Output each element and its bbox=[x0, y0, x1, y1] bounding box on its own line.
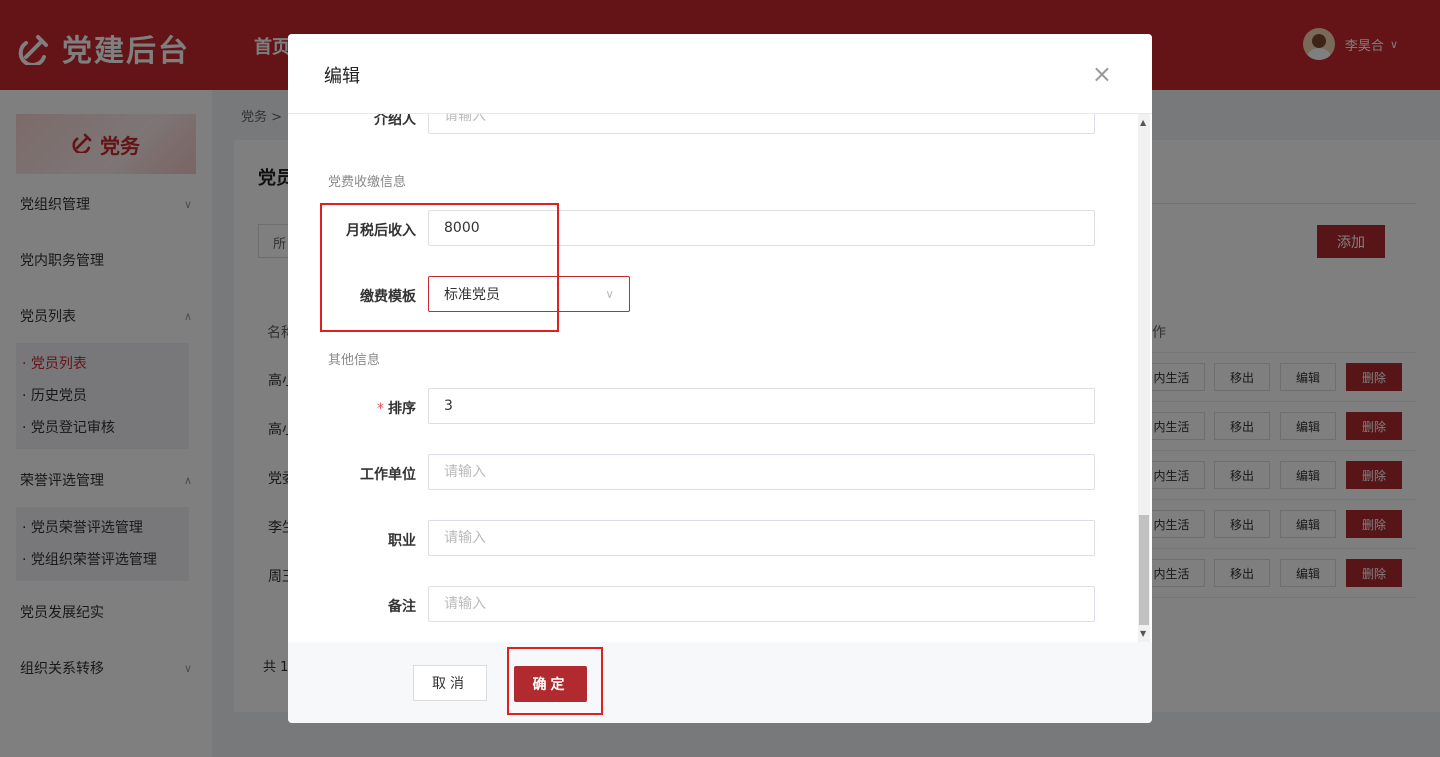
edit-dialog: 编辑 × 介绍人 党费收缴信息 月税后收入 缴费模板 标准党员 ∨ 其他信息 *… bbox=[288, 34, 1152, 723]
workplace-label: 工作单位 bbox=[360, 467, 416, 483]
dialog-footer: 取消 确定 bbox=[288, 642, 1152, 723]
income-label: 月税后收入 bbox=[346, 223, 416, 239]
remark-label: 备注 bbox=[388, 599, 416, 615]
scroll-up-icon[interactable]: ▲ bbox=[1140, 118, 1146, 127]
job-label: 职业 bbox=[388, 533, 416, 549]
fee-template-select[interactable]: 标准党员 ∨ bbox=[428, 276, 630, 312]
sort-label: * 排序 bbox=[377, 401, 416, 417]
workplace-input[interactable] bbox=[428, 454, 1095, 490]
dialog-title: 编辑 bbox=[324, 66, 360, 87]
dialog-header: 编辑 × bbox=[288, 34, 1152, 114]
scrollbar-thumb[interactable] bbox=[1139, 515, 1149, 625]
dialog-scrollbar[interactable]: ▲ ▼ bbox=[1138, 114, 1150, 642]
sort-input[interactable] bbox=[428, 388, 1095, 424]
section-fee-info: 党费收缴信息 bbox=[328, 175, 407, 190]
job-input[interactable] bbox=[428, 520, 1095, 556]
chevron-down-icon: ∨ bbox=[605, 287, 614, 301]
confirm-button[interactable]: 确定 bbox=[514, 666, 587, 702]
introducer-input[interactable] bbox=[428, 114, 1095, 134]
scroll-down-icon[interactable]: ▼ bbox=[1140, 629, 1146, 638]
close-icon[interactable]: × bbox=[1092, 62, 1112, 86]
introducer-label: 介绍人 bbox=[374, 114, 416, 128]
fee-template-value: 标准党员 bbox=[444, 287, 500, 303]
remark-input[interactable] bbox=[428, 586, 1095, 622]
required-asterisk: * bbox=[377, 401, 384, 417]
fee-template-label: 缴费模板 bbox=[360, 289, 416, 305]
income-input[interactable] bbox=[428, 210, 1095, 246]
section-other-info: 其他信息 bbox=[328, 353, 381, 368]
dialog-body[interactable]: 介绍人 党费收缴信息 月税后收入 缴费模板 标准党员 ∨ 其他信息 *排序 工作… bbox=[288, 114, 1152, 642]
cancel-button[interactable]: 取消 bbox=[413, 665, 487, 701]
